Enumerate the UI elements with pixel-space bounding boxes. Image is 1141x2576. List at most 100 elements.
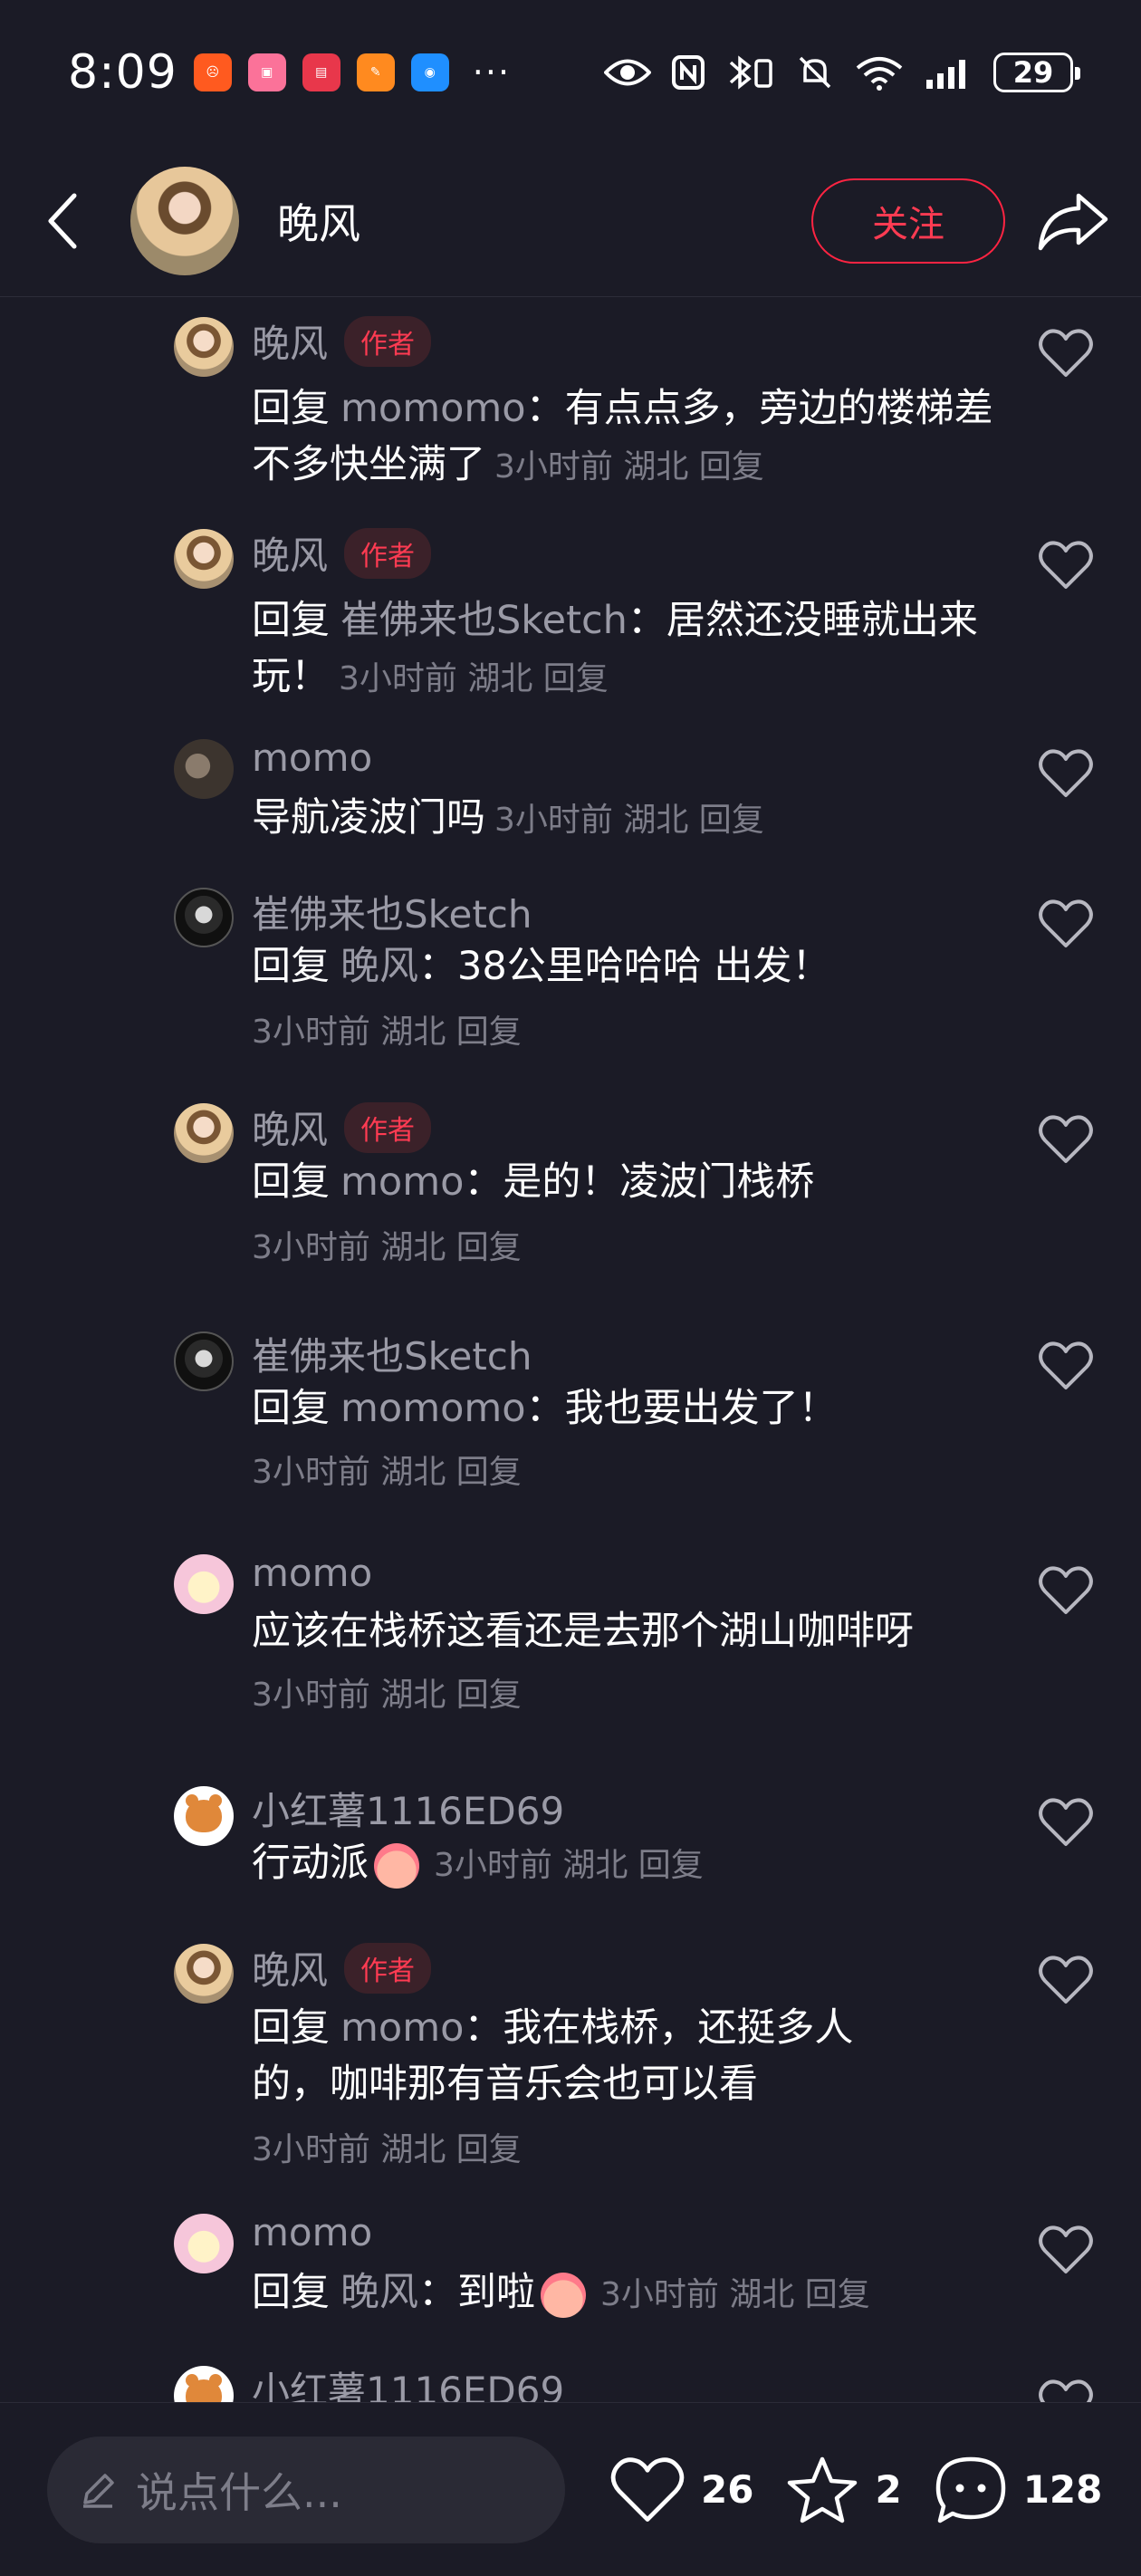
status-time: 8:09: [68, 45, 177, 100]
bear-icon: [186, 1794, 222, 1832]
avatar[interactable]: [174, 1554, 234, 1614]
comment-text[interactable]: 应该在栈桥这看还是去那个湖山咖啡呀: [252, 1603, 1003, 1659]
comment-text[interactable]: 行动派 3小时前 湖北 回复: [252, 1835, 1003, 1894]
comment-input[interactable]: 说点什么...: [47, 2436, 565, 2543]
bear-icon: [186, 2374, 222, 2402]
nfc-icon: [672, 55, 705, 90]
reply-target[interactable]: momo: [340, 2005, 464, 2051]
commenter-name[interactable]: 崔佛来也Sketch: [252, 884, 532, 939]
battery-indicator: 29: [993, 53, 1080, 92]
eye-icon: [604, 59, 651, 86]
author-avatar[interactable]: [130, 166, 239, 275]
avatar[interactable]: [174, 529, 234, 589]
avatar[interactable]: [174, 317, 234, 377]
comment-text[interactable]: 回复 momomo：有点点多，旁边的楼梯差不多快坐满了 3小时前 湖北 回复: [252, 380, 1003, 495]
commenter-name[interactable]: momo: [252, 1551, 372, 1595]
comment-meta[interactable]: 3小时前 湖北 回复: [494, 802, 764, 839]
heart-icon[interactable]: [1038, 1797, 1094, 1848]
reply-target[interactable]: momo: [340, 1159, 464, 1205]
pencil-icon: [83, 2473, 114, 2508]
more-notifications-icon: ···: [472, 53, 512, 92]
comment-bubble-icon: [935, 2456, 1005, 2523]
author-badge: 作者: [344, 1942, 432, 1994]
comment-meta[interactable]: 3小时前 湖北 回复: [252, 1005, 522, 1053]
commenter-name[interactable]: 崔佛来也Sketch: [252, 1326, 532, 1381]
heart-icon[interactable]: [1038, 540, 1094, 591]
comment-text[interactable]: 回复 崔佛来也Sketch：居然还没睡就出来玩！ 3小时前 湖北 回复: [252, 592, 1003, 707]
mute-bell-icon: [799, 56, 831, 89]
comment-meta[interactable]: 3小时前 湖北 回复: [252, 1221, 522, 1268]
comment-button[interactable]: 128: [933, 2454, 1103, 2526]
chevron-left-icon: [48, 193, 77, 248]
comment-text[interactable]: 导航凌波门吗 3小时前 湖北 回复: [252, 790, 1003, 849]
comment-text[interactable]: 回复 momo：我在栈桥，还挺多人的，咖啡那有音乐会也可以看: [252, 2000, 886, 2112]
commenter-name[interactable]: 晚风: [252, 313, 328, 369]
collect-button[interactable]: 2: [784, 2454, 902, 2526]
commenter-name[interactable]: 晚风: [252, 525, 328, 581]
heart-icon[interactable]: [1038, 2379, 1094, 2402]
author-badge: 作者: [344, 527, 432, 579]
comment-text[interactable]: 回复 晚风：到啦 3小时前 湖北 回复: [252, 2264, 1003, 2323]
avatar[interactable]: [174, 1331, 234, 1391]
avatar[interactable]: [174, 2366, 234, 2402]
commenter-name[interactable]: 小红薯1116ED69: [252, 1781, 564, 1836]
emoji-sticker-icon: [374, 1842, 419, 1889]
comment-text[interactable]: 回复 momomo：我也要出发了！: [252, 1380, 1003, 1437]
collect-count: 2: [875, 2467, 902, 2512]
author-name[interactable]: 晚风: [277, 191, 360, 251]
comment-input-placeholder: 说点什么...: [136, 2467, 342, 2517]
heart-icon: [610, 2456, 685, 2522]
comment-meta[interactable]: 3小时前 湖北 回复: [252, 1668, 522, 1716]
like-count: 26: [701, 2467, 754, 2512]
notes-app-icon: ✎: [356, 53, 395, 91]
heart-icon[interactable]: [1038, 1955, 1094, 2005]
heart-icon[interactable]: [1038, 1114, 1094, 1165]
author-badge: 作者: [344, 1101, 432, 1153]
commenter-name[interactable]: 晚风: [252, 1940, 328, 1995]
comment-text[interactable]: 回复 晚风：38公里哈哈哈 出发！: [252, 938, 1003, 995]
emoji-sticker-icon: [541, 2272, 586, 2318]
reply-target[interactable]: 晚风: [340, 2270, 418, 2315]
comment-meta[interactable]: 3小时前 湖北 回复: [339, 660, 609, 697]
heart-icon[interactable]: [1038, 899, 1094, 949]
commenter-name[interactable]: 小红薯1116ED69: [252, 2360, 564, 2402]
reply-target[interactable]: 晚风: [340, 944, 418, 989]
commenter-name[interactable]: momo: [252, 735, 372, 780]
heart-icon[interactable]: [1038, 748, 1094, 799]
heart-icon[interactable]: [1038, 1565, 1094, 1616]
status-bar: 8:09 ☹ ▣ ▤ ✎ ◉ ··· 29: [0, 0, 1141, 145]
reply-target[interactable]: momomo: [340, 386, 526, 431]
comment-text[interactable]: 回复 momo：是的！凌波门栈桥: [252, 1154, 1003, 1210]
avatar[interactable]: [174, 1944, 234, 2004]
commenter-name[interactable]: 晚风: [252, 1100, 328, 1155]
note-header: 晚风 关注: [0, 145, 1141, 297]
avatar[interactable]: [174, 1103, 234, 1163]
avatar[interactable]: [174, 888, 234, 947]
comment-meta[interactable]: 3小时前 湖北 回复: [434, 1847, 704, 1884]
avatar[interactable]: [174, 2214, 234, 2273]
signal-icon: [926, 60, 965, 89]
heart-icon[interactable]: [1038, 1341, 1094, 1391]
heart-icon[interactable]: [1038, 328, 1094, 379]
back-button[interactable]: [0, 145, 127, 297]
comment-list[interactable]: 晚风 作者 回复 momomo：有点点多，旁边的楼梯差不多快坐满了 3小时前 湖北 …: [0, 299, 1141, 2402]
huawei-app-icon: ▤: [302, 53, 340, 91]
heart-icon[interactable]: [1038, 2225, 1094, 2275]
comment-meta[interactable]: 3小时前 湖北 回复: [494, 448, 764, 485]
bluetooth-battery-icon: [729, 55, 772, 90]
like-button[interactable]: 26: [609, 2456, 753, 2524]
avatar[interactable]: [174, 739, 234, 799]
comment-meta[interactable]: 3小时前 湖北 回复: [252, 2123, 522, 2170]
follow-button[interactable]: 关注: [811, 178, 1005, 264]
comment-meta[interactable]: 3小时前 湖北 回复: [252, 1446, 522, 1493]
star-icon: [788, 2456, 858, 2523]
wifi-icon: [856, 57, 903, 91]
share-button[interactable]: [1005, 145, 1141, 297]
comment-meta[interactable]: 3小时前 湖北 回复: [600, 2276, 870, 2313]
bilibili-app-icon: ▣: [247, 53, 286, 91]
commenter-name[interactable]: momo: [252, 2210, 372, 2254]
reply-target[interactable]: momomo: [340, 1386, 526, 1431]
avatar[interactable]: [174, 1786, 234, 1846]
reply-target[interactable]: 崔佛来也Sketch: [340, 598, 628, 643]
comment-count: 128: [1022, 2467, 1103, 2512]
